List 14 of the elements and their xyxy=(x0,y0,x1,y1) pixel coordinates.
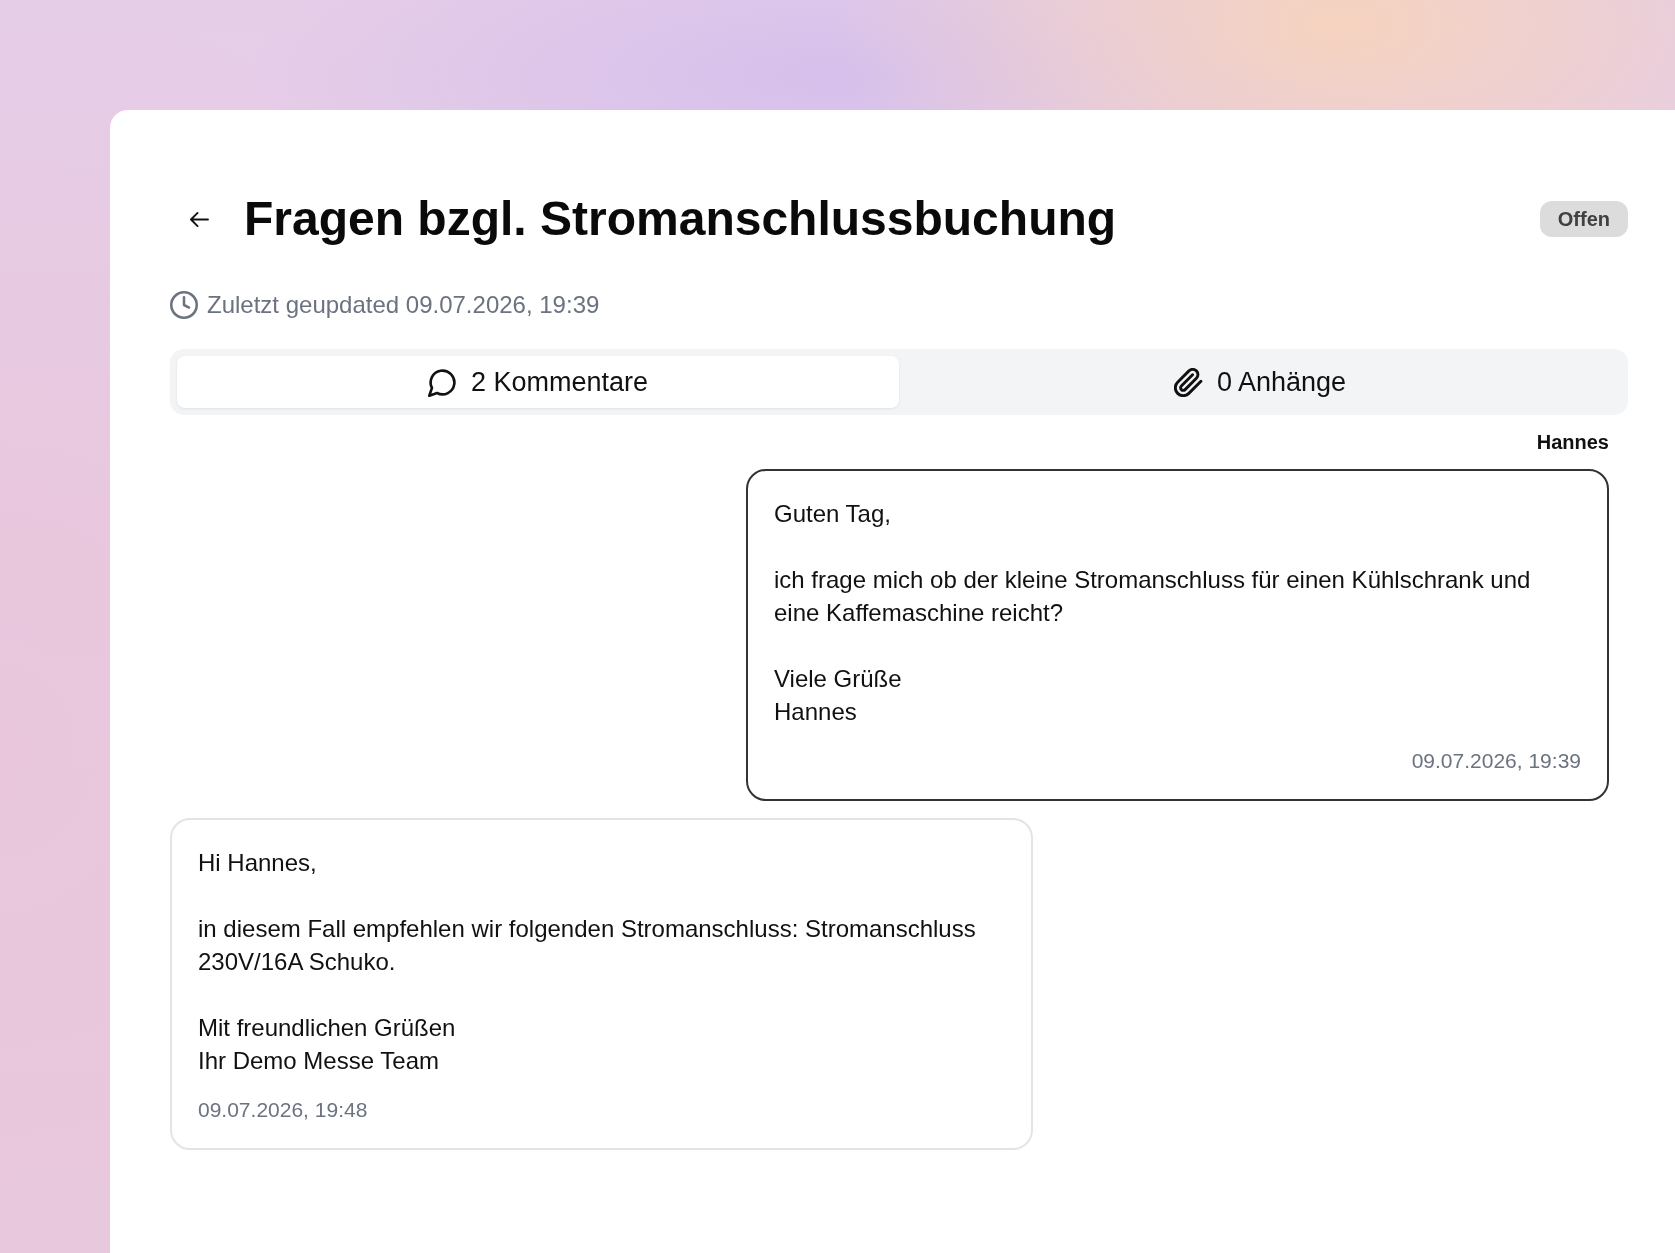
speech-bubble-icon xyxy=(427,367,457,397)
message-timestamp: 09.07.2026, 19:39 xyxy=(1410,748,1581,774)
message-text: Guten Tag, ich frage mich ob der kleine Stromanschluss für einen Kühlschrank und eine Kaffemaschine reicht? Viele Grüße Hannes xyxy=(774,499,1532,727)
message-timestamp: 09.07.2026, 19:48 xyxy=(198,1097,369,1123)
arrow-left-icon xyxy=(189,210,209,228)
last-updated-text: Zuletzt geupdated 09.07.2026, 19:39 xyxy=(207,291,600,319)
tab[interactable]: 2 Kommentare xyxy=(177,356,899,408)
tab[interactable]: 0 Anhänge xyxy=(899,356,1621,408)
clock-icon xyxy=(170,291,198,319)
message-text: Hi Hannes, in diesem Fall empfehlen wir folgenden Stromanschluss: Stromanschluss 230V/16A Schuko. Mit freundlichen Grüßen Ihr Demo Messe Team xyxy=(198,848,977,1076)
paperclip-icon xyxy=(1173,367,1203,397)
status-badge: Offen xyxy=(1539,201,1628,237)
ticket-title: Fragen bzgl. Stromanschlussbuchung xyxy=(244,191,1117,247)
author-name: Hannes xyxy=(1536,431,1609,453)
